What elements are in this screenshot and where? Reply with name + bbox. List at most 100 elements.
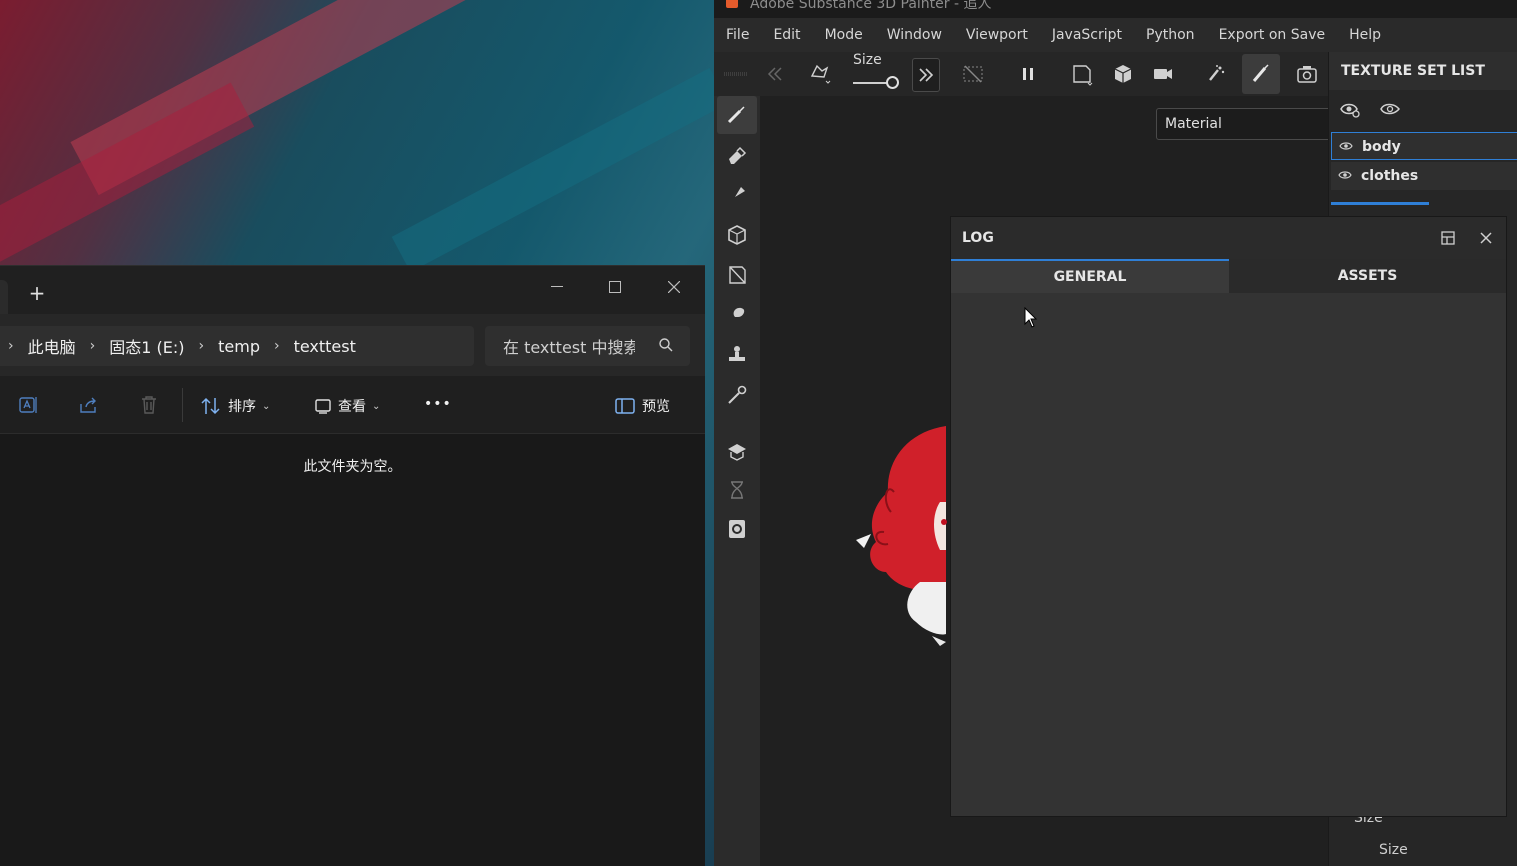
explorer-tab[interactable]	[0, 280, 8, 314]
history-icon[interactable]	[725, 478, 749, 502]
chevron-right-icon[interactable]: ›	[90, 338, 96, 354]
property-size-field-label: Size	[1379, 842, 1408, 858]
texture-set-label: clothes	[1361, 168, 1419, 184]
texture-set-item-clothes[interactable]: clothes	[1331, 162, 1517, 190]
command-bar: 排序 ⌄ 查看 ⌄ ••• 预览	[0, 376, 705, 434]
search-input[interactable]: 在 texttest 中搜索	[485, 326, 690, 366]
painter-logo-icon	[726, 0, 738, 8]
log-content	[951, 293, 1506, 816]
breadcrumb-temp[interactable]: temp	[218, 337, 260, 356]
stroke-tool-icon[interactable]	[808, 62, 832, 86]
log-header: LOG	[951, 217, 1506, 259]
paint-mode-icon[interactable]	[1249, 62, 1273, 86]
minimize-button[interactable]	[534, 272, 580, 302]
drag-handle-icon[interactable]	[724, 70, 748, 78]
geometry-fill-tool-icon[interactable]	[725, 223, 749, 247]
menu-edit[interactable]: Edit	[761, 27, 812, 43]
preview-button[interactable]: 预览	[614, 396, 670, 416]
close-icon	[668, 281, 680, 293]
close-icon[interactable]	[1479, 231, 1493, 245]
delete-icon[interactable]	[138, 394, 160, 416]
polygon-fill-tool-icon[interactable]	[725, 263, 749, 287]
viewport-2d-icon[interactable]	[1070, 62, 1094, 86]
chevron-right-icon[interactable]: ›	[274, 338, 280, 354]
viewport-3d-icon[interactable]	[1111, 62, 1135, 86]
projection-tool-icon[interactable]	[725, 183, 749, 207]
menu-javascript[interactable]: JavaScript	[1040, 27, 1134, 43]
tab-general[interactable]: GENERAL	[951, 259, 1229, 293]
eye-icon[interactable]	[1338, 170, 1352, 180]
eye-icon[interactable]	[1379, 100, 1401, 118]
more-options-button[interactable]: •••	[424, 396, 452, 412]
breadcrumb-this-pc[interactable]: 此电脑	[28, 334, 76, 358]
file-explorer-window: + › 此电脑 › 固态1 (E:) › temp › texttest 在 t…	[0, 265, 705, 866]
maximize-panel-icon[interactable]	[1441, 231, 1455, 245]
painter-titlebar: Adobe Substance 3D Painter - 追人	[714, 0, 1517, 18]
symmetry-off-icon[interactable]	[961, 62, 985, 86]
search-placeholder: 在 texttest 中搜索	[503, 338, 635, 357]
rename-icon[interactable]	[18, 394, 40, 416]
view-button[interactable]: 查看 ⌄	[314, 396, 380, 416]
panel-tab-indicator	[1331, 202, 1429, 205]
share-icon[interactable]	[78, 394, 100, 416]
collapse-left-icon[interactable]	[762, 62, 786, 86]
bake-icon[interactable]	[725, 517, 749, 541]
menu-export-on-save[interactable]: Export on Save	[1207, 27, 1338, 43]
view-label: 查看	[338, 399, 366, 415]
sort-button[interactable]: 排序 ⌄	[200, 396, 270, 416]
material-mode-value: Material	[1165, 116, 1222, 132]
eye-icon[interactable]	[1339, 141, 1353, 151]
context-toolbar: Size	[714, 52, 1328, 96]
painter-title: Adobe Substance 3D Painter - 追人	[750, 0, 992, 12]
new-tab-button[interactable]: +	[26, 282, 48, 304]
minimize-icon	[551, 286, 563, 287]
pause-icon[interactable]	[1016, 62, 1040, 86]
menu-window[interactable]: Window	[875, 27, 954, 43]
chevron-double-right-icon	[919, 68, 934, 82]
toolbar-divider	[182, 388, 183, 422]
breadcrumb-texttest[interactable]: texttest	[294, 337, 356, 356]
chevron-right-icon[interactable]: ›	[199, 338, 205, 354]
search-icon[interactable]	[658, 337, 674, 353]
view-icon	[315, 399, 331, 414]
menu-viewport[interactable]: Viewport	[954, 27, 1040, 43]
paint-brush-tool-icon[interactable]	[725, 103, 749, 127]
clone-stamp-tool-icon[interactable]	[725, 343, 749, 367]
menu-help[interactable]: Help	[1337, 27, 1393, 43]
sort-icon	[201, 397, 220, 415]
size-label: Size	[853, 52, 882, 68]
size-slider-handle[interactable]	[886, 76, 899, 89]
breadcrumb-drive[interactable]: 固态1 (E:)	[109, 334, 184, 358]
expand-toolbar-button[interactable]	[912, 58, 940, 92]
close-button[interactable]	[651, 272, 697, 302]
chevron-right-icon[interactable]: ›	[8, 338, 14, 354]
log-title: LOG	[962, 230, 994, 246]
menu-bar: File Edit Mode Window Viewport JavaScrip…	[714, 18, 1517, 52]
character-model	[856, 426, 947, 646]
breadcrumb[interactable]: › 此电脑 › 固态1 (E:) › temp › texttest	[0, 326, 474, 366]
texture-set-list-title: TEXTURE SET LIST	[1329, 52, 1517, 90]
menu-file[interactable]: File	[714, 27, 761, 43]
menu-python[interactable]: Python	[1134, 27, 1207, 43]
assets-icon[interactable]	[725, 439, 749, 463]
camera-icon[interactable]	[1151, 62, 1175, 86]
preview-label: 预览	[642, 399, 670, 415]
menu-mode[interactable]: Mode	[813, 27, 875, 43]
screenshot-camera-icon[interactable]	[1295, 62, 1319, 86]
maximize-button[interactable]	[592, 272, 638, 302]
empty-folder-message: 此文件夹为空。	[303, 459, 402, 475]
eye-settings-icon[interactable]	[1339, 100, 1361, 118]
texture-set-item-body[interactable]: body	[1331, 132, 1517, 160]
maximize-icon	[609, 281, 621, 293]
address-row: › 此电脑 › 固态1 (E:) › temp › texttest 在 tex…	[0, 314, 705, 376]
tab-assets[interactable]: ASSETS	[1229, 259, 1506, 293]
smudge-tool-icon[interactable]	[725, 303, 749, 327]
color-picker-tool-icon[interactable]	[725, 383, 749, 407]
eraser-tool-icon[interactable]	[725, 143, 749, 167]
chevron-down-icon: ⌄	[262, 400, 271, 412]
sort-label: 排序	[228, 399, 256, 415]
texture-set-label: body	[1362, 139, 1401, 155]
mouse-cursor-icon	[1024, 307, 1038, 328]
chevron-down-icon: ⌄	[372, 400, 381, 412]
particle-brush-icon[interactable]	[1204, 62, 1228, 86]
